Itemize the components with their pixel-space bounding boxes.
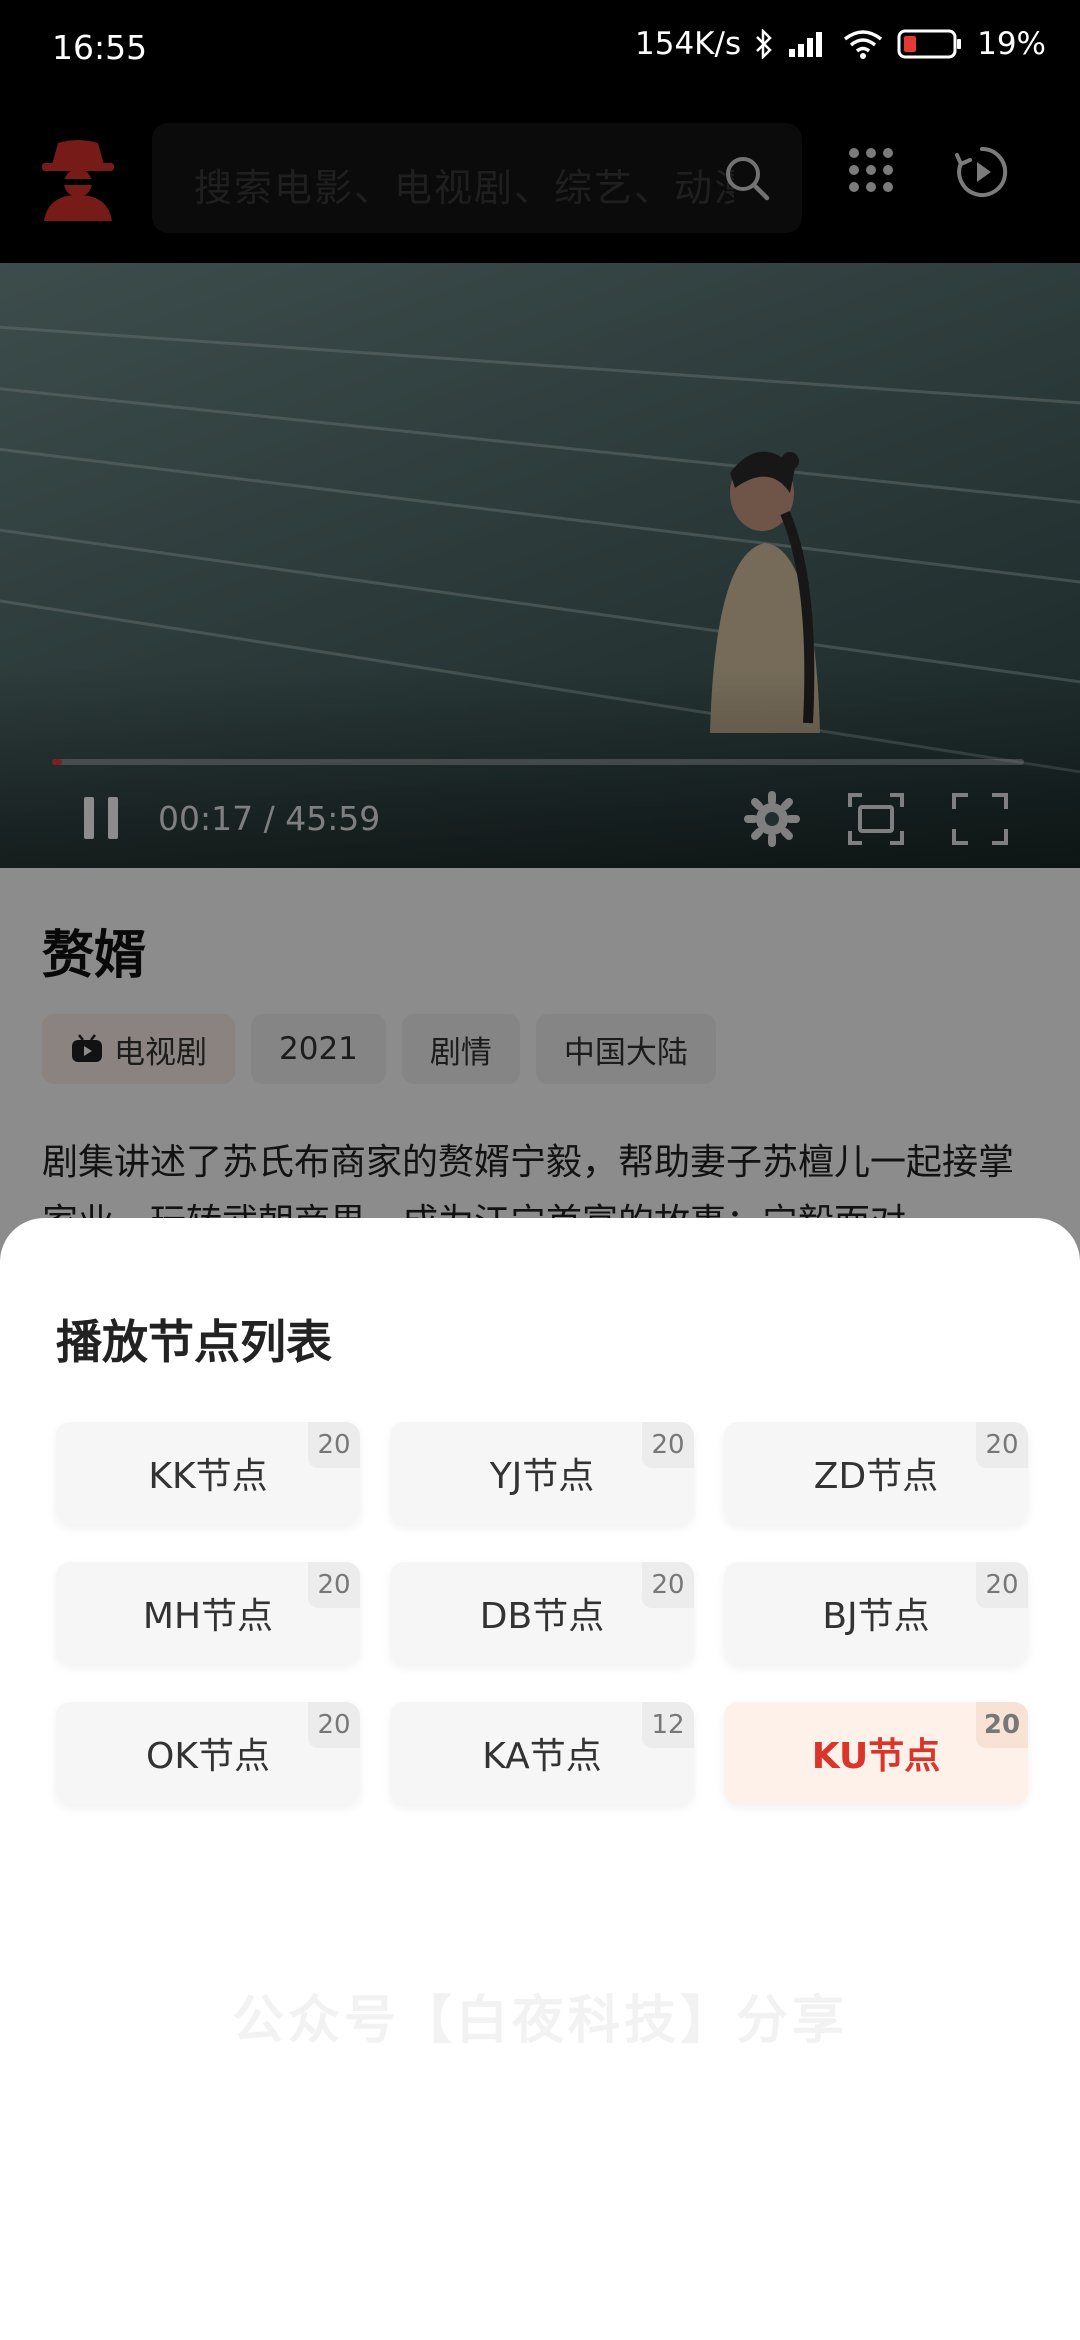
node-label: KU节点 xyxy=(811,1736,941,1777)
status-time: 16:55 xyxy=(52,28,148,67)
node-label: YJ节点 xyxy=(489,1456,595,1497)
node-db[interactable]: DB节点 20 xyxy=(390,1562,694,1664)
node-grid: KK节点 20 YJ节点 20 ZD节点 20 MH节点 20 DB节点 20 BJ节点 2… xyxy=(56,1422,1028,1804)
episode-count-badge: 20 xyxy=(976,1562,1028,1608)
bluetooth-icon xyxy=(755,29,773,59)
node-zd[interactable]: ZD节点 20 xyxy=(724,1422,1028,1524)
node-label: OK节点 xyxy=(146,1736,270,1777)
episode-count-badge: 20 xyxy=(976,1422,1028,1468)
signal-icon xyxy=(787,29,829,59)
episode-count-badge: 20 xyxy=(308,1562,360,1608)
node-label: MH节点 xyxy=(142,1596,274,1637)
node-label: ZD节点 xyxy=(813,1456,939,1497)
sheet-title: 播放节点列表 xyxy=(56,1315,332,1369)
status-bar: 16:55 154K/s 19% xyxy=(0,0,1080,95)
status-indicators: 154K/s 19% xyxy=(635,26,1046,62)
watermark-text: 公众号【白夜科技】分享 xyxy=(231,1991,848,2051)
wifi-icon xyxy=(843,29,883,59)
node-mh[interactable]: MH节点 20 xyxy=(56,1562,360,1664)
play-node-sheet: 播放节点列表 KK节点 20 YJ节点 20 ZD节点 20 MH节点 20 DB节点 2… xyxy=(0,1218,1080,2340)
battery-icon xyxy=(897,28,963,60)
episode-count-badge: 20 xyxy=(308,1422,360,1468)
episode-count-badge: 12 xyxy=(642,1702,694,1748)
episode-count-badge: 20 xyxy=(976,1702,1028,1748)
node-yj[interactable]: YJ节点 20 xyxy=(390,1422,694,1524)
episode-count-badge: 20 xyxy=(308,1702,360,1748)
node-label: KA节点 xyxy=(482,1736,602,1777)
node-ka[interactable]: KA节点 12 xyxy=(390,1702,694,1804)
node-bj[interactable]: BJ节点 20 xyxy=(724,1562,1028,1664)
episode-count-badge: 20 xyxy=(642,1562,694,1608)
battery-percent: 19% xyxy=(977,26,1046,62)
node-ku-selected[interactable]: KU节点 20 xyxy=(724,1702,1028,1804)
node-label: BJ节点 xyxy=(822,1596,930,1637)
episode-count-badge: 20 xyxy=(642,1422,694,1468)
node-label: DB节点 xyxy=(479,1596,605,1637)
net-speed: 154K/s xyxy=(635,26,742,62)
node-kk[interactable]: KK节点 20 xyxy=(56,1422,360,1524)
node-ok[interactable]: OK节点 20 xyxy=(56,1702,360,1804)
node-label: KK节点 xyxy=(148,1456,268,1497)
